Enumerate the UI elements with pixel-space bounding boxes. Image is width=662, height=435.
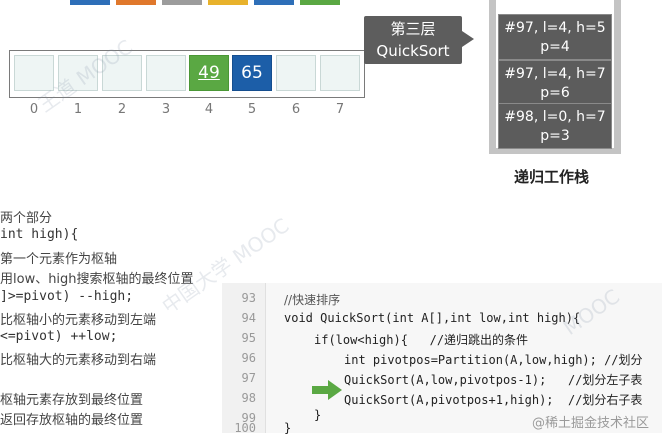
stack-frame-middle: #97, l=4, h=7 p=6 <box>498 60 612 106</box>
array-cell-6 <box>276 55 316 91</box>
partition-code-line-10: 返回存放枢轴的最终位置 <box>0 413 144 428</box>
line-number: 95 <box>241 331 256 345</box>
line-number: 98 <box>241 391 256 405</box>
array-index-3: 3 <box>161 102 171 117</box>
partition-code-line-0: 两个部分 <box>0 211 53 226</box>
partition-code-line-7: 比枢轴大的元素移动到右端 <box>0 353 157 368</box>
stack-frame-top: #97, l=4, h=5 p=4 <box>498 14 612 60</box>
array-cell-7 <box>320 55 360 91</box>
top-strip-gray <box>162 0 202 5</box>
top-strip-blue-1 <box>70 0 110 5</box>
stack-frame-bottom: #98, l=0, h=7 p=3 <box>498 103 612 149</box>
array-index-4: 4 <box>204 102 214 117</box>
label-pointer-arrow-icon <box>462 31 474 47</box>
top-strip-blue-2 <box>254 0 294 5</box>
code-line-95: if(low<high){ //递归跳出的条件 <box>314 333 529 347</box>
stack-frame-top-line1: #97, l=4, h=5 <box>504 20 606 36</box>
partition-code-line-4: ]>=pivot) --high; <box>0 289 134 304</box>
partition-code-line-3: 用low、high搜索枢轴的最终位置 <box>0 272 194 287</box>
code-line-98-current: QuickSort(A,pivotpos+1,high); //划分右子表 <box>344 393 643 407</box>
stack-left-wall <box>489 0 496 154</box>
line-number: 97 <box>241 371 256 385</box>
code-line-94: void QuickSort(int A[],int low,int high)… <box>284 311 581 325</box>
current-line-arrow-icon <box>312 380 342 400</box>
recursion-level-label: 第三层 QuickSort <box>364 16 462 64</box>
stack-right-wall <box>614 0 621 154</box>
top-strip-orange <box>116 0 156 5</box>
array-cell-4-pivot: 49 <box>189 55 229 91</box>
stack-frame-middle-line1: #97, l=4, h=7 <box>504 66 606 82</box>
recursion-level-label-line1: 第三层 <box>390 20 436 38</box>
array-index-7: 7 <box>335 102 345 117</box>
array-index-6: 6 <box>291 102 301 117</box>
partition-code-line-6: <=pivot) ++low; <box>0 329 118 344</box>
partition-code-line-5: 比枢轴小的元素移动到左端 <box>0 313 157 328</box>
partition-code-line-9: 枢轴元素存放到最终位置 <box>0 393 144 408</box>
array-cell-5: 65 <box>232 55 272 91</box>
stack-frame-bottom-line1: #98, l=0, h=7 <box>504 109 606 125</box>
line-number: 96 <box>241 351 256 365</box>
array-cell-3 <box>146 55 186 91</box>
line-number: 94 <box>241 311 256 325</box>
stack-title: 递归工作栈 <box>514 168 590 186</box>
stack-frame-bottom-line2: p=3 <box>540 128 570 144</box>
site-credit: @稀土掘金技术社区 <box>532 416 650 431</box>
partition-code-line-1: int high){ <box>0 227 79 242</box>
code-line-97: QuickSort(A,low,pivotpos-1); //划分左子表 <box>344 373 643 387</box>
top-strip-green <box>300 0 340 5</box>
line-number: 93 <box>241 291 256 305</box>
code-line-96: int pivotpos=Partition(A,low,high); //划分 <box>344 353 643 367</box>
top-strip-yellow <box>208 0 248 5</box>
partition-code-line-2: 第一个元素作为枢轴 <box>0 252 118 267</box>
stack-frame-top-line2: p=4 <box>540 39 570 55</box>
code-line-93: //快速排序 <box>284 293 341 307</box>
array-index-5: 5 <box>247 102 257 117</box>
array-index-2: 2 <box>117 102 127 117</box>
stack-frame-middle-line2: p=6 <box>540 85 570 101</box>
code-line-99: } <box>314 408 322 422</box>
recursion-level-label-line2: QuickSort <box>376 42 450 60</box>
